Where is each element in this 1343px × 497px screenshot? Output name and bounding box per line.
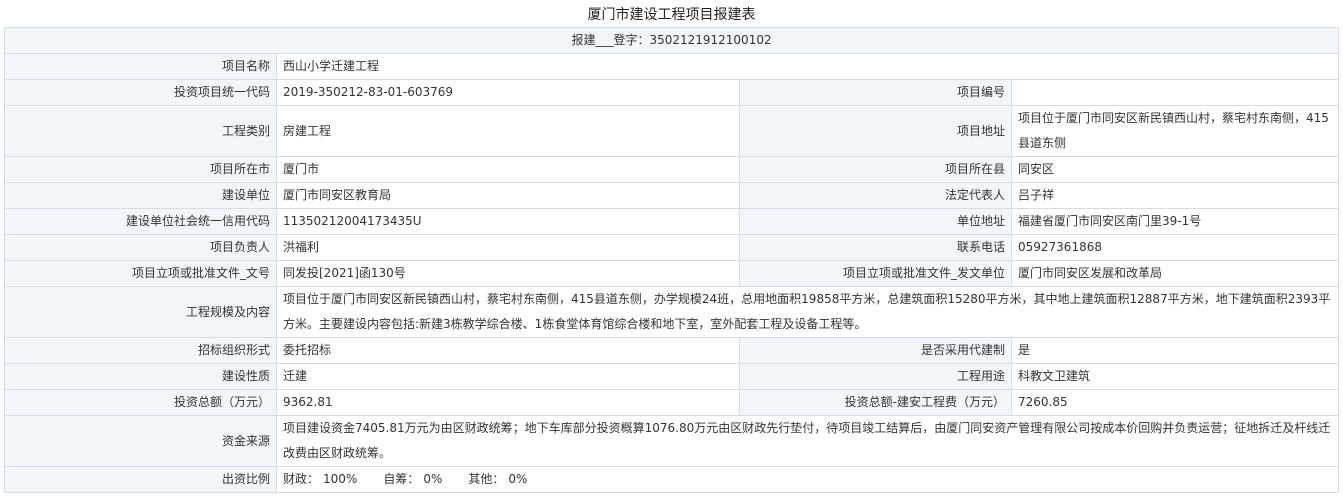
scale-label: 工程规模及内容 [4, 286, 277, 338]
fund-source-value: 项目建设资金7405.81万元为由区财政统筹；地下车库部分投资概算1076.80… [275, 415, 1340, 467]
builder-label: 建设单位 [4, 182, 277, 209]
self-ratio-value: 0% [423, 472, 443, 486]
builder-value: 厦门市同安区教育局 [276, 182, 740, 209]
phone-value: 05927361868 [1010, 234, 1340, 261]
eng-category-label: 工程类别 [4, 105, 277, 157]
city-label: 项目所在市 [4, 156, 277, 183]
project-name-label: 项目名称 [4, 53, 277, 80]
total-invest-label: 投资总额（万元） [4, 389, 277, 416]
nature-label: 建设性质 [4, 363, 277, 390]
approval-issuer-value: 厦门市同安区发展和改革局 [1010, 260, 1340, 287]
other-ratio-value: 0% [508, 472, 528, 486]
page-title: 厦门市建设工程项目报建表 [587, 7, 756, 23]
phone-label: 联系电话 [739, 234, 1012, 261]
fiscal-ratio-value: 100% [323, 472, 358, 486]
bid-form-value: 委托招标 [276, 337, 740, 364]
eng-category-value: 房建工程 [276, 105, 740, 157]
usage-value: 科教文卫建筑 [1010, 363, 1340, 390]
city-value: 厦门市 [276, 156, 740, 183]
project-address-label: 项目地址 [739, 105, 1012, 157]
fiscal-ratio-label: 财政： [283, 472, 320, 486]
registration-number: 报建___登字：3502121912100102 [3, 27, 1340, 54]
scale-value: 项目位于厦门市同安区新民镇西山村，蔡宅村东南侧，415县道东侧，办学规模24班，… [275, 286, 1340, 338]
project-no-value [1010, 79, 1340, 106]
legal-rep-label: 法定代表人 [739, 182, 1012, 209]
nature-value: 迁建 [276, 363, 740, 390]
approval-doc-no-value: 同发投[2021]函130号 [276, 260, 740, 287]
project-registration-table: 报建___登字：3502121912100102 项目名称 西山小学迁建工程 投… [3, 27, 1340, 493]
bid-form-label: 招标组织形式 [4, 337, 277, 364]
construction-cost-value: 7260.85 [1010, 389, 1340, 416]
manager-value: 洪福利 [276, 234, 740, 261]
project-address-value: 项目位于厦门市同安区新民镇西山村，蔡宅村东南侧，415县道东侧 [1010, 105, 1340, 157]
construction-cost-label: 投资总额-建安工程费（万元） [739, 389, 1012, 416]
unit-address-value: 福建省厦门市同安区南门里39-1号 [1010, 208, 1340, 235]
agent-system-label: 是否采用代建制 [739, 337, 1012, 364]
county-value: 同安区 [1010, 156, 1340, 183]
other-ratio-label: 其他： [468, 472, 505, 486]
project-name-value: 西山小学迁建工程 [275, 53, 1340, 80]
approval-doc-no-label: 项目立项或批准文件_文号 [4, 260, 277, 287]
legal-rep-value: 吕子祥 [1010, 182, 1340, 209]
credit-code-value: 11350212004173435U [276, 208, 740, 235]
total-invest-value: 9362.81 [276, 389, 740, 416]
credit-code-label: 建设单位社会统一信用代码 [4, 208, 277, 235]
project-no-label: 项目编号 [739, 79, 1012, 106]
ratio-value: 财政： 100% 自筹： 0% 其他： 0% [275, 466, 1340, 493]
county-label: 项目所在县 [739, 156, 1012, 183]
unified-code-label: 投资项目统一代码 [4, 79, 277, 106]
unified-code-value: 2019-350212-83-01-603769 [276, 79, 740, 106]
manager-label: 项目负责人 [4, 234, 277, 261]
fund-source-label: 资金来源 [4, 415, 277, 467]
usage-label: 工程用途 [739, 363, 1012, 390]
ratio-label: 出资比例 [4, 466, 277, 493]
agent-system-value: 是 [1010, 337, 1340, 364]
approval-issuer-label: 项目立项或批准文件_发文单位 [739, 260, 1012, 287]
self-ratio-label: 自筹： [383, 472, 420, 486]
unit-address-label: 单位地址 [739, 208, 1012, 235]
